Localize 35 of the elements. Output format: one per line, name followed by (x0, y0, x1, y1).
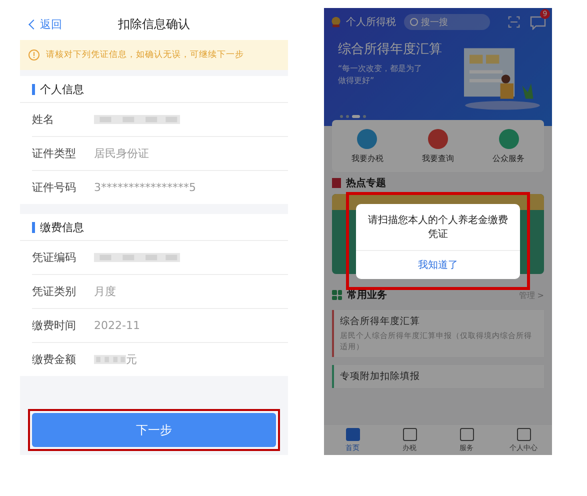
field-label: 凭证编码 (32, 250, 77, 265)
grid-icon (332, 290, 342, 300)
section-title: 热点专题 (346, 176, 386, 190)
banner-title: 综合所得年度汇算 (338, 41, 443, 58)
section-title: 缴费信息 (40, 220, 84, 234)
field-label: 缴费金额 (32, 352, 77, 367)
emblem-icon (330, 16, 342, 28)
next-button[interactable]: 下一步 (32, 413, 276, 447)
quick-action[interactable]: 我要办税 (345, 128, 390, 164)
field-value: 居民身份证 (94, 146, 149, 161)
field-label: 姓名 (32, 112, 55, 127)
dialog-message: 请扫描您本人的个人养老金缴费凭证 (356, 204, 520, 250)
scan-icon[interactable] (508, 16, 520, 28)
section-title: 个人信息 (40, 82, 84, 96)
field-value: 月度 (94, 284, 116, 299)
field-value: 3****************5 (94, 181, 196, 194)
bookmark-icon (332, 178, 341, 188)
back-button[interactable]: 返回 (20, 16, 62, 32)
notice-text: 请核对下列凭证信息，如确认无误，可继续下一步 (46, 49, 244, 61)
info-icon (28, 49, 40, 61)
field-label: 缴费时间 (32, 318, 77, 333)
service-card[interactable]: 专项附加扣除填报 (332, 365, 544, 388)
message-icon[interactable] (530, 16, 546, 30)
banner-slogan: “每一次改变，都是为了做得更好” (338, 63, 424, 87)
field-label: 证件号码 (32, 180, 77, 195)
section-title: 常用业务 (347, 289, 387, 302)
confirm-button[interactable]: 我知道了 (356, 250, 520, 278)
field-label: 证件类型 (32, 146, 77, 161)
app-name: 个人所得税 (346, 16, 396, 29)
field-value: 2022-11 (94, 319, 140, 332)
quick-action[interactable]: 我要查询 (416, 128, 460, 164)
field-value: 元 (126, 352, 137, 367)
page-title: 扣除信息确认 (118, 16, 190, 32)
quick-action[interactable]: 公众服务 (486, 128, 531, 164)
field-label: 凭证类别 (32, 284, 77, 299)
